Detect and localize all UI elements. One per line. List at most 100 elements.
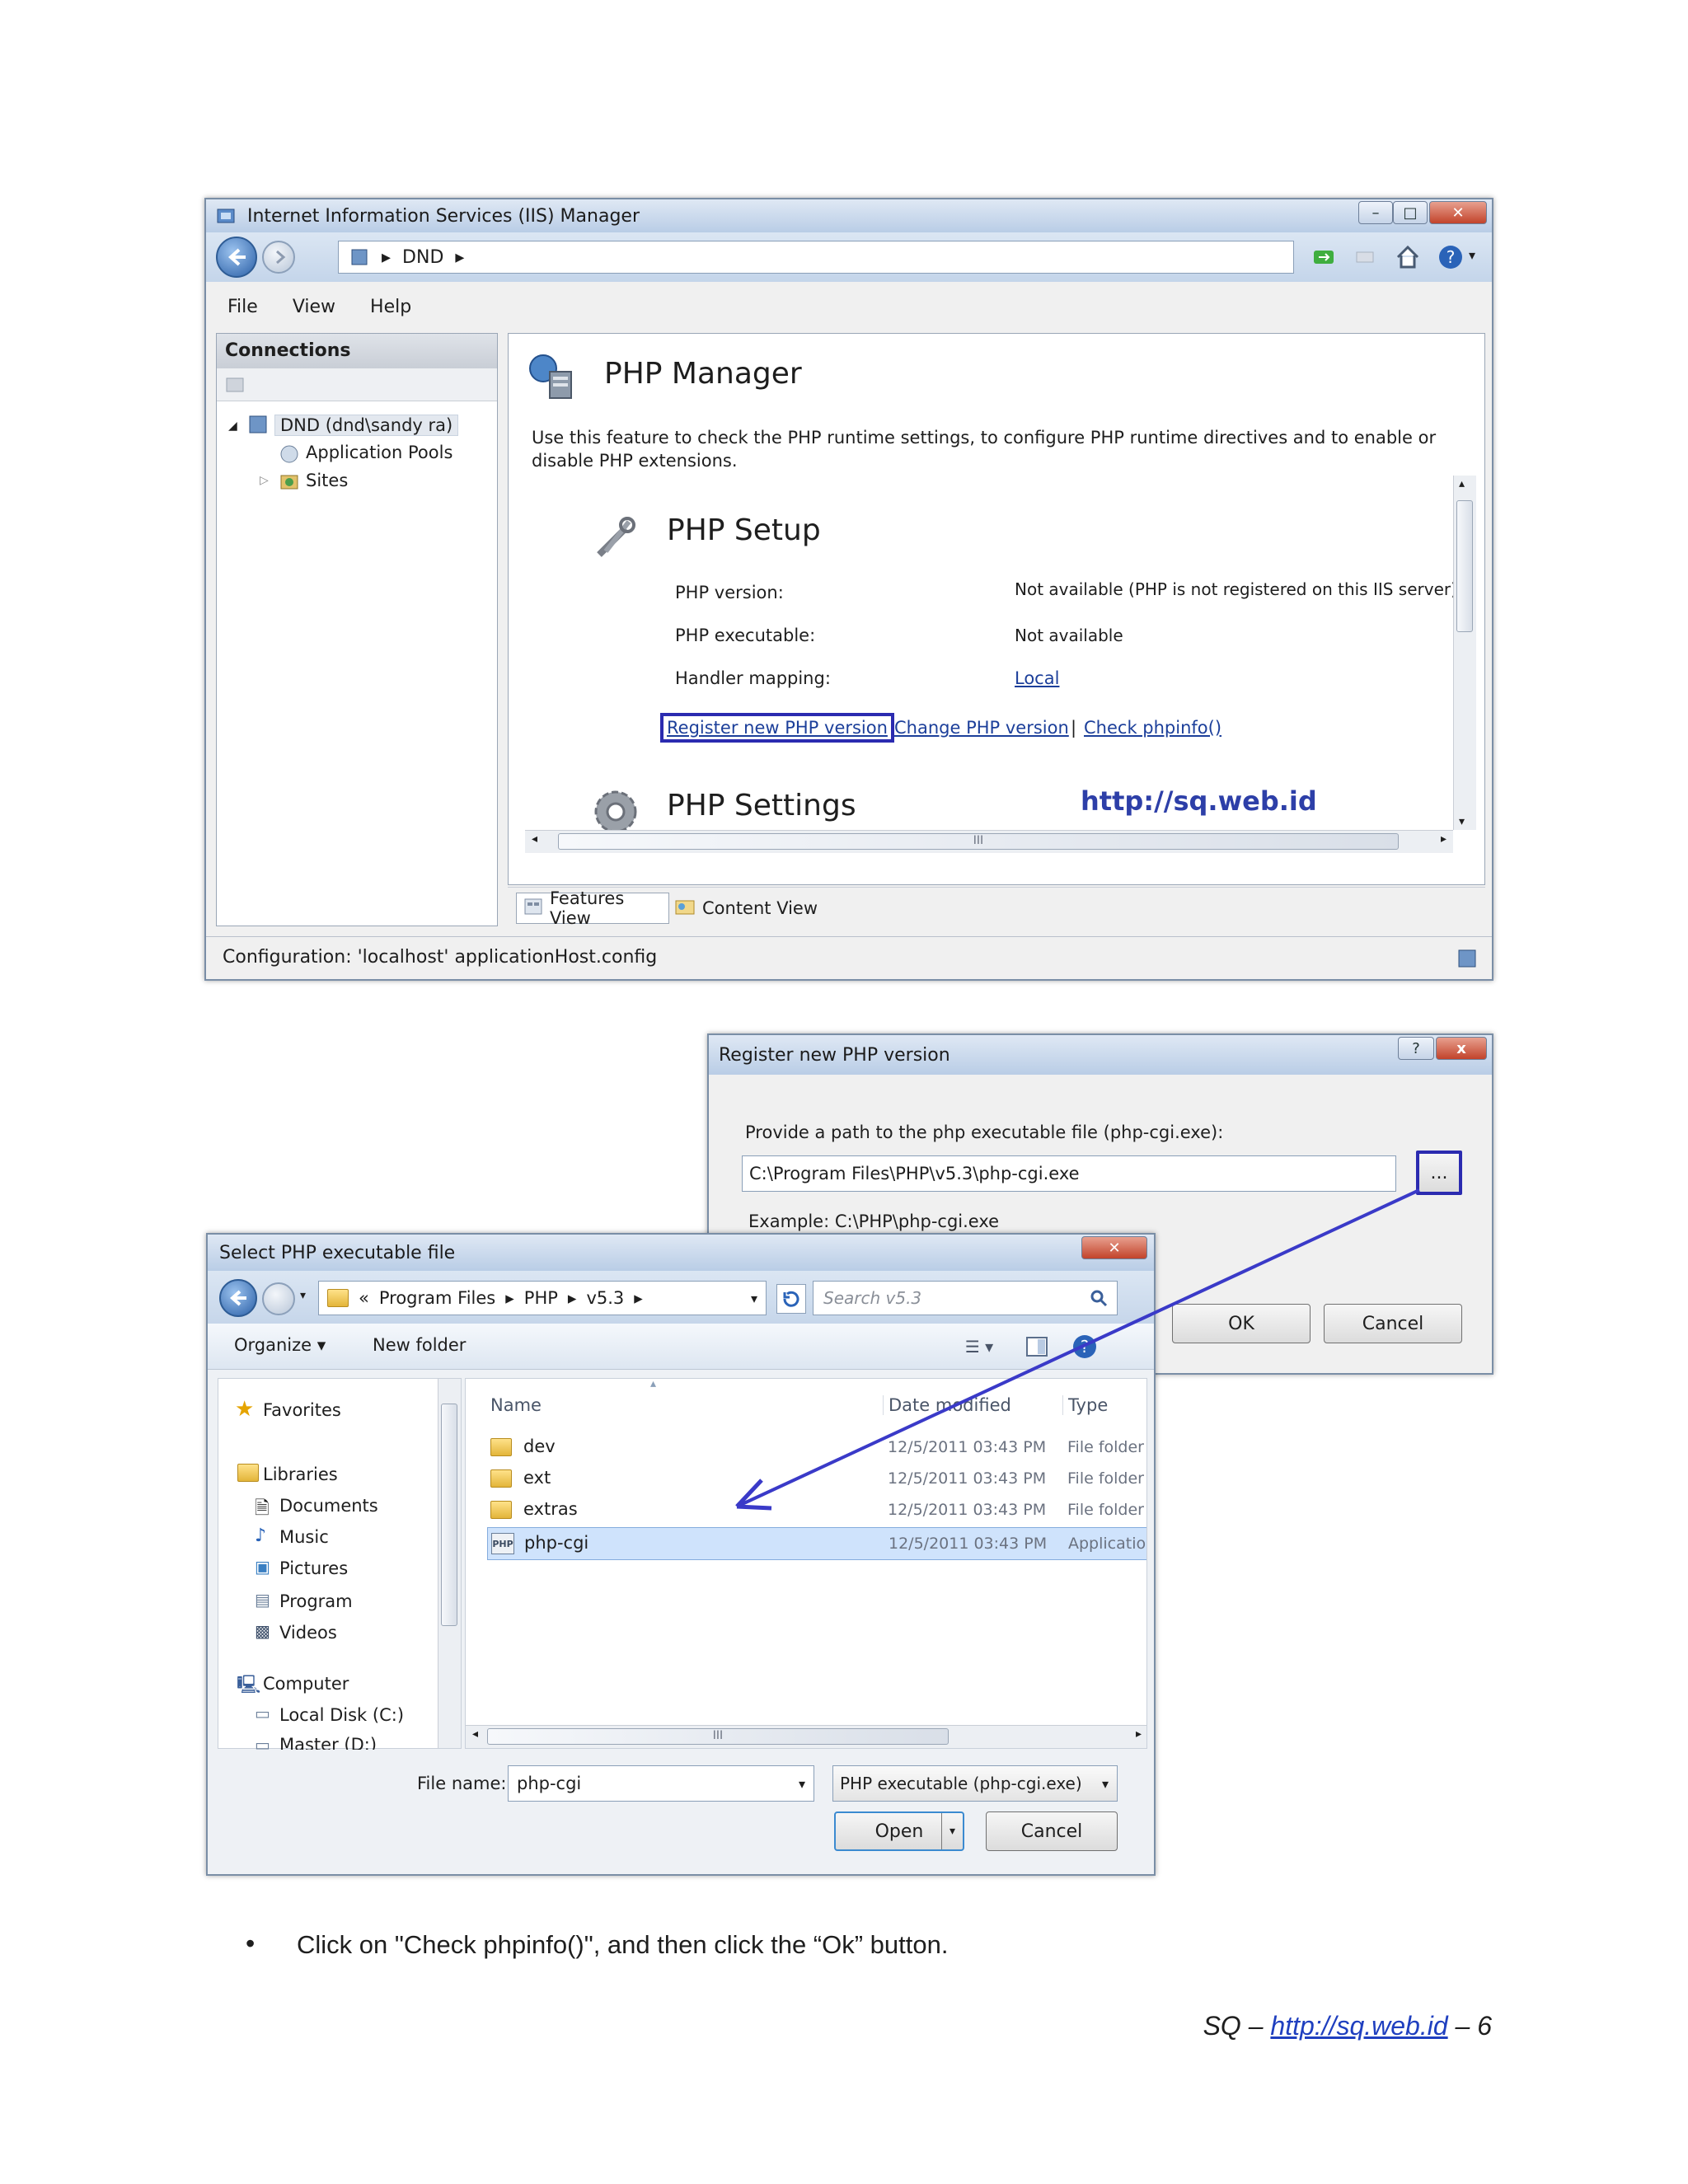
- refresh-icon[interactable]: [776, 1284, 806, 1314]
- content-horizontal-scrollbar[interactable]: ◂ III ▸: [525, 830, 1453, 853]
- iis-app-icon: [214, 204, 237, 227]
- change-php-link[interactable]: Change PHP version: [894, 718, 1069, 738]
- minimize-button[interactable]: –: [1358, 201, 1393, 224]
- connect-icon[interactable]: [223, 373, 246, 396]
- tab-features-view[interactable]: Features View: [516, 888, 669, 928]
- filetype-dropdown-icon[interactable]: ▾: [1102, 1776, 1109, 1792]
- scroll-up-icon[interactable]: ▴: [1459, 477, 1465, 490]
- handler-mapping-link[interactable]: Local: [1015, 668, 1059, 688]
- open-button[interactable]: Open ▾: [834, 1811, 964, 1851]
- close-button[interactable]: ✕: [1429, 201, 1487, 224]
- nav-master[interactable]: Master (D:): [279, 1735, 377, 1750]
- path-php[interactable]: PHP: [524, 1288, 558, 1308]
- ok-button[interactable]: OK: [1172, 1304, 1311, 1343]
- maximize-button[interactable]: □: [1393, 201, 1428, 224]
- videos-icon: ▩: [255, 1621, 270, 1641]
- tree-collapsed-icon[interactable]: ▷: [260, 474, 269, 487]
- menu-view[interactable]: View: [293, 297, 335, 317]
- select-cancel-button[interactable]: Cancel: [986, 1811, 1118, 1851]
- register-php-link[interactable]: Register new PHP version: [660, 713, 894, 743]
- nav-libraries[interactable]: Libraries: [263, 1465, 338, 1484]
- path-overflow[interactable]: «: [359, 1288, 369, 1308]
- open-dropdown-icon[interactable]: ▾: [941, 1813, 963, 1849]
- scroll-left-icon[interactable]: ◂: [472, 1727, 478, 1741]
- help-icon[interactable]: ?: [1070, 1332, 1100, 1361]
- file-list-hscroll[interactable]: ◂ III ▸: [466, 1725, 1146, 1748]
- scroll-left-icon[interactable]: ◂: [532, 832, 537, 846]
- register-help-button[interactable]: ?: [1398, 1037, 1434, 1060]
- nav-documents[interactable]: Documents: [279, 1496, 378, 1516]
- scroll-right-icon[interactable]: ▸: [1136, 1727, 1142, 1741]
- filetype-select[interactable]: PHP executable (php-cgi.exe) ▾: [832, 1765, 1118, 1802]
- new-folder-button[interactable]: New folder: [373, 1335, 466, 1355]
- register-cancel-button[interactable]: Cancel: [1324, 1304, 1462, 1343]
- nav-scroll-thumb[interactable]: [441, 1404, 457, 1626]
- file-row[interactable]: ext 12/5/2011 03:43 PM File folder: [466, 1465, 1146, 1494]
- column-type[interactable]: Type: [1062, 1395, 1108, 1415]
- check-phpinfo-link[interactable]: Check phpinfo(): [1084, 718, 1221, 738]
- register-titlebar[interactable]: Register new PHP version ? x: [709, 1035, 1492, 1075]
- nav-favorites[interactable]: Favorites: [263, 1400, 341, 1420]
- help-icon[interactable]: ?: [1437, 242, 1467, 272]
- refresh-icon[interactable]: [1311, 244, 1337, 270]
- nav-music[interactable]: Music: [279, 1527, 329, 1547]
- stop-icon[interactable]: [1352, 244, 1378, 270]
- organize-button[interactable]: Organize ▾: [234, 1335, 326, 1355]
- back-button[interactable]: [216, 237, 257, 278]
- scroll-down-icon[interactable]: ▾: [1459, 815, 1465, 828]
- path-v53[interactable]: v5.3: [586, 1288, 624, 1308]
- browse-button[interactable]: ...: [1416, 1151, 1462, 1195]
- nav-scrollbar[interactable]: [438, 1379, 461, 1748]
- svg-text:?: ?: [1447, 247, 1456, 267]
- select-forward-button[interactable]: [262, 1282, 295, 1315]
- filename-dropdown-icon[interactable]: ▾: [799, 1776, 805, 1792]
- tree-server[interactable]: DND (dnd\sandy ra): [274, 415, 459, 436]
- footer-link[interactable]: http://sq.web.id: [1270, 2011, 1447, 2041]
- tree-sites[interactable]: Sites: [306, 471, 348, 490]
- address-dropdown-icon[interactable]: ▾: [751, 1291, 757, 1306]
- file-row[interactable]: extras 12/5/2011 03:43 PM File folder: [466, 1496, 1146, 1526]
- menu-help[interactable]: Help: [370, 297, 411, 317]
- nav-videos[interactable]: Videos: [279, 1623, 337, 1643]
- view-options-icon[interactable]: ☰ ▾: [954, 1333, 1004, 1360]
- tree-app-pools[interactable]: Application Pools: [306, 443, 452, 462]
- file-row[interactable]: dev 12/5/2011 03:43 PM File folder: [466, 1433, 1146, 1463]
- recent-dropdown-icon[interactable]: ▾: [300, 1289, 306, 1302]
- file-row-selected[interactable]: PHP php-cgi 12/5/2011 03:43 PM Applicati…: [487, 1527, 1146, 1560]
- forward-button[interactable]: [262, 241, 295, 274]
- register-close-button[interactable]: x: [1436, 1037, 1487, 1060]
- content-vertical-scrollbar[interactable]: ▴ ▾: [1453, 476, 1476, 830]
- tab-content-view[interactable]: Content View: [674, 893, 818, 924]
- home-icon[interactable]: [1393, 242, 1423, 272]
- scroll-right-icon[interactable]: ▸: [1441, 832, 1447, 846]
- column-date[interactable]: Date modified: [883, 1395, 1011, 1415]
- file-name: dev: [523, 1436, 556, 1456]
- select-back-button[interactable]: [219, 1279, 257, 1317]
- search-input[interactable]: Search v5.3: [813, 1281, 1118, 1315]
- nav-pictures[interactable]: Pictures: [279, 1558, 348, 1578]
- nav-program[interactable]: Program: [279, 1591, 353, 1611]
- php-path-value: C:\Program Files\PHP\v5.3\php-cgi.exe: [749, 1164, 1080, 1183]
- path-program-files[interactable]: Program Files: [379, 1288, 495, 1308]
- file-name: ext: [523, 1468, 551, 1488]
- breadcrumb-dnd[interactable]: DND: [402, 247, 443, 268]
- help-dropdown-icon[interactable]: ▾: [1469, 247, 1475, 263]
- select-close-button[interactable]: ✕: [1081, 1236, 1147, 1259]
- select-address-bar[interactable]: « Program Files ▸ PHP ▸ v5.3 ▸ ▾: [318, 1281, 767, 1315]
- menu-file[interactable]: File: [227, 297, 258, 317]
- nav-computer[interactable]: Computer: [263, 1674, 349, 1694]
- horizontal-scroll-thumb[interactable]: III: [558, 833, 1399, 850]
- column-name[interactable]: Name: [490, 1395, 542, 1415]
- filename-value: php-cgi: [517, 1774, 582, 1793]
- php-path-input[interactable]: C:\Program Files\PHP\v5.3\php-cgi.exe: [742, 1155, 1396, 1192]
- file-list-hthumb[interactable]: III: [487, 1728, 949, 1745]
- vertical-scroll-thumb[interactable]: [1456, 500, 1473, 632]
- search-icon[interactable]: [1089, 1288, 1109, 1308]
- preview-pane-icon[interactable]: [1024, 1333, 1050, 1360]
- nav-local-disk[interactable]: Local Disk (C:): [279, 1705, 404, 1725]
- address-bar[interactable]: ▸ DND ▸: [338, 241, 1294, 274]
- tree-expand-icon[interactable]: ◢: [228, 419, 237, 433]
- select-titlebar[interactable]: Select PHP executable file ✕: [208, 1235, 1154, 1271]
- filename-input[interactable]: php-cgi ▾: [508, 1765, 814, 1802]
- iis-titlebar[interactable]: Internet Information Services (IIS) Mana…: [206, 199, 1492, 232]
